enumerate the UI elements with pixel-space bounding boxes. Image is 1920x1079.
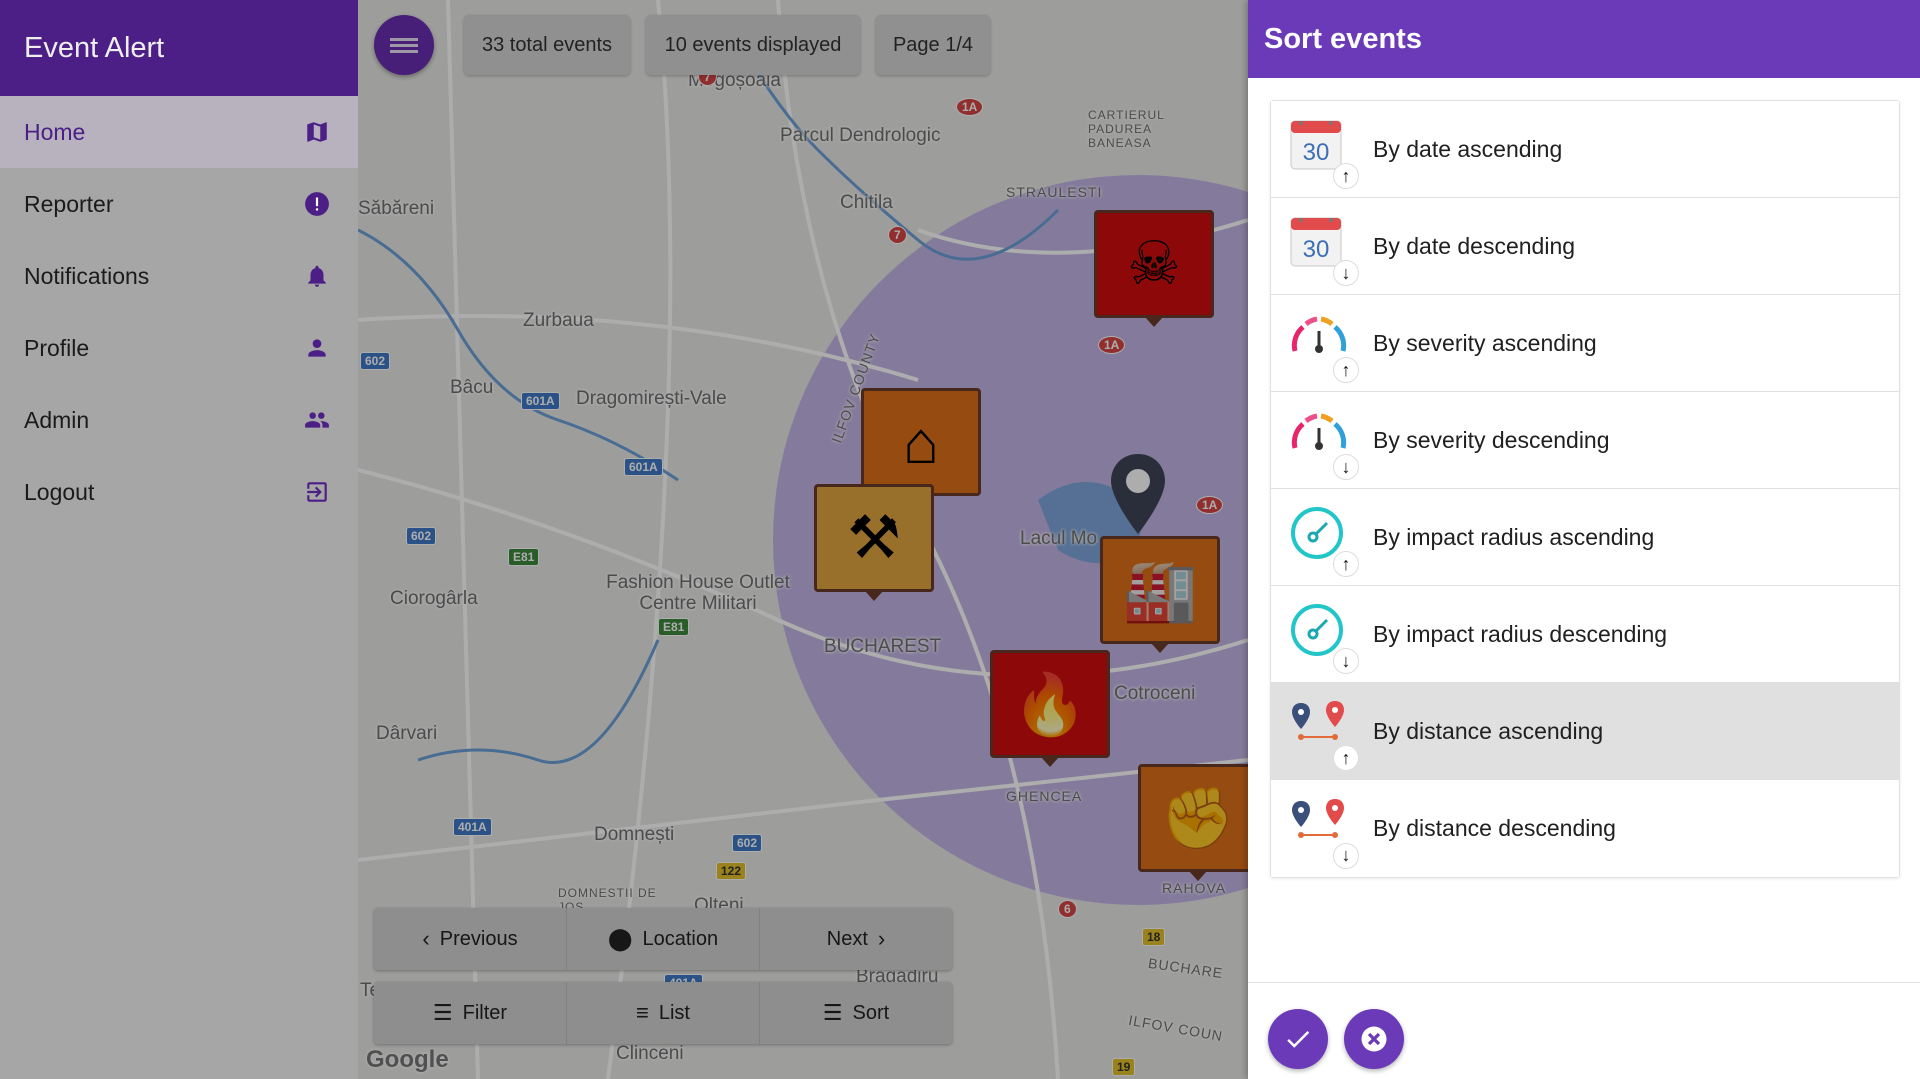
group-icon: [302, 405, 332, 435]
cancel-sort-button[interactable]: [1344, 1009, 1404, 1069]
gauge-icon: ↓: [1289, 408, 1359, 480]
calendar-icon: 30 ↑: [1289, 117, 1359, 189]
radius-icon: ↑: [1289, 505, 1359, 577]
distance-pins-icon: ↓: [1289, 797, 1359, 869]
gauge-icon: ↑: [1289, 311, 1359, 383]
panel-footer: [1248, 982, 1920, 1079]
sort-events-panel: Sort events 30 ↑ By date ascending 30 ↓ …: [1248, 0, 1920, 1079]
sort-option-severity-asc[interactable]: ↑ By severity ascending: [1271, 295, 1899, 392]
sidebar-item-reporter[interactable]: Reporter: [0, 168, 358, 240]
arrow-down-icon: ↓: [1333, 842, 1359, 869]
panel-title: Sort events: [1248, 0, 1920, 78]
sidebar: Event Alert Home Reporter Notifications …: [0, 0, 358, 1079]
svg-text:30: 30: [1303, 236, 1330, 263]
sidebar-item-logout[interactable]: Logout: [0, 456, 358, 528]
app-title: Event Alert: [0, 0, 358, 96]
sort-option-distance-asc[interactable]: ↑ By distance ascending: [1271, 683, 1899, 780]
arrow-down-icon: ↓: [1333, 260, 1359, 286]
sort-option-date-desc[interactable]: 30 ↓ By date descending: [1271, 198, 1899, 295]
alert-circle-icon: [302, 189, 332, 219]
sidebar-item-notifications[interactable]: Notifications: [0, 240, 358, 312]
arrow-down-icon: ↓: [1333, 454, 1359, 480]
sidebar-item-home[interactable]: Home: [0, 96, 358, 168]
person-icon: [302, 333, 332, 363]
arrow-down-icon: ↓: [1333, 648, 1359, 674]
arrow-up-icon: ↑: [1333, 745, 1359, 771]
confirm-sort-button[interactable]: [1268, 1009, 1328, 1069]
sidebar-item-admin[interactable]: Admin: [0, 384, 358, 456]
arrow-up-icon: ↑: [1333, 551, 1359, 577]
sort-option-radius-asc[interactable]: ↑ By impact radius ascending: [1271, 489, 1899, 586]
arrow-up-icon: ↑: [1333, 163, 1359, 189]
logout-icon: [302, 477, 332, 507]
close-circle-icon: [1361, 1026, 1387, 1052]
sort-option-date-asc[interactable]: 30 ↑ By date ascending: [1271, 101, 1899, 198]
sort-option-distance-desc[interactable]: ↓ By distance descending: [1271, 780, 1899, 877]
distance-pins-icon: ↑: [1289, 699, 1359, 771]
sort-options-list: 30 ↑ By date ascending 30 ↓ By date desc…: [1270, 100, 1900, 878]
map-icon: [302, 117, 332, 147]
svg-text:30: 30: [1303, 139, 1330, 166]
calendar-icon: 30 ↓: [1289, 214, 1359, 286]
check-icon: [1287, 1030, 1310, 1048]
sort-option-severity-desc[interactable]: ↓ By severity descending: [1271, 392, 1899, 489]
bell-icon: [302, 261, 332, 291]
sort-option-radius-desc[interactable]: ↓ By impact radius descending: [1271, 586, 1899, 683]
sidebar-item-profile[interactable]: Profile: [0, 312, 358, 384]
radius-icon: ↓: [1289, 602, 1359, 674]
arrow-up-icon: ↑: [1333, 357, 1359, 383]
